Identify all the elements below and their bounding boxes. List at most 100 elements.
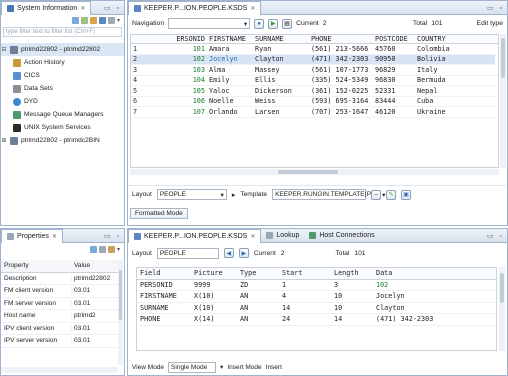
layout-field[interactable]: PEOPLE <box>156 247 219 259</box>
cell-postcode[interactable]: 52331 <box>373 86 415 96</box>
property-value[interactable]: 03.01 <box>71 287 118 295</box>
close-icon[interactable]: ✕ <box>250 5 255 12</box>
column-header[interactable]: PHONE <box>309 35 373 43</box>
cell-country[interactable]: Cuba <box>415 97 495 107</box>
column-header[interactable]: FIRSTNAME <box>207 35 253 43</box>
column-header[interactable]: Start <box>279 269 331 277</box>
cell-surname[interactable]: Ryan <box>253 44 309 54</box>
scrollbar-thumb[interactable] <box>501 38 505 78</box>
cell-firstname[interactable]: Orlando <box>207 107 253 117</box>
cell-phone[interactable]: (593) 695-3164 <box>309 97 373 107</box>
cell-surname[interactable]: Ellis <box>253 76 309 86</box>
advanced-icon[interactable] <box>98 246 106 253</box>
cell-firstname[interactable]: Emily <box>207 76 253 86</box>
close-icon[interactable]: ✕ <box>52 233 57 240</box>
cell-surname[interactable]: Weiss <box>253 97 309 107</box>
tree-item[interactable]: CICS <box>1 69 124 82</box>
tree-item[interactable]: DYD <box>1 95 124 108</box>
tree-item[interactable]: ⊞ ptrimd22802 - ptrimdc2BIN <box>1 134 124 147</box>
vertical-scrollbar[interactable] <box>500 34 506 168</box>
column-header[interactable] <box>131 35 177 43</box>
cell-phone[interactable]: (335) 524-5349 <box>309 76 373 86</box>
view-menu-icon[interactable]: ▾ <box>117 246 120 253</box>
cell-country[interactable]: Italy <box>415 65 495 75</box>
property-value[interactable]: 03.01 <box>71 337 118 345</box>
cell-surname[interactable]: Massey <box>253 65 309 75</box>
cell-surname[interactable]: Larsen <box>253 107 309 117</box>
close-icon[interactable]: ✕ <box>80 5 85 12</box>
cell-personid[interactable]: 101 <box>177 44 207 54</box>
table-row[interactable]: 3 103 Alma Massey (561) 107-1773 96829 I… <box>131 65 498 76</box>
table-row[interactable]: Description ptrimd22802 <box>1 273 118 285</box>
cell-postcode[interactable]: 96829 <box>373 65 415 75</box>
cell-firstname[interactable]: Yaloc <box>207 86 253 96</box>
cell-surname[interactable]: Clayton <box>253 54 309 64</box>
table-row[interactable]: FM server version 03.01 <box>1 298 118 310</box>
cell-phone[interactable]: (471) 342-2303 <box>309 54 373 64</box>
cell-country[interactable]: Bolivia <box>415 54 495 64</box>
cell-personid[interactable]: 106 <box>177 97 207 107</box>
categories-icon[interactable] <box>89 246 97 253</box>
cell-phone[interactable]: (707) 253-1647 <box>309 107 373 117</box>
horizontal-scrollbar[interactable] <box>1 367 118 373</box>
property-value[interactable]: ptrimd2 <box>71 312 118 320</box>
property-value[interactable]: 03.01 <box>71 324 118 332</box>
tab-record-editor[interactable]: KEEPER.P...ION.PEOPLE.KSDS ✕ <box>128 229 262 243</box>
scrollbar-thumb[interactable] <box>119 270 122 320</box>
edit-template-icon[interactable]: ✎ <box>386 189 397 200</box>
tab-properties[interactable]: Properties ✕ <box>1 229 63 243</box>
navigation-combo[interactable]: ▾ <box>168 18 251 29</box>
table-row[interactable]: 4 104 Emily Ellis (335) 524-5349 96830 B… <box>131 76 498 86</box>
column-header[interactable]: COUNTRY <box>415 35 495 43</box>
cell-postcode[interactable]: 46120 <box>373 107 415 117</box>
filter-input[interactable]: type filter text to filter list (Ctrl+F) <box>3 27 122 37</box>
view-window-controls[interactable]: ▭ ▫ <box>487 232 507 240</box>
column-header[interactable]: Type <box>237 269 279 277</box>
cell-phone[interactable]: (561) 213-5666 <box>309 44 373 54</box>
go-icon[interactable]: ▶ <box>268 18 279 29</box>
table-row[interactable]: 7 107 Orlando Larsen (707) 253-1647 4612… <box>131 107 498 118</box>
cell-firstname[interactable]: Noelle <box>207 97 253 107</box>
view-window-controls[interactable]: ▭ ▫ <box>104 4 124 12</box>
vertical-scrollbar[interactable] <box>499 267 505 351</box>
refresh-icon[interactable] <box>89 17 97 24</box>
cell-personid[interactable]: 103 <box>177 65 207 75</box>
formatted-mode-button[interactable]: Formatted Mode <box>130 208 188 219</box>
table-row[interactable]: 5 105 Yaloc Dickerson (361) 152-0225 523… <box>131 86 498 97</box>
cell-country[interactable]: Bermuda <box>415 76 495 86</box>
tab-system-information[interactable]: System Information ✕ <box>1 1 92 15</box>
chevron-down-icon[interactable]: ▾ <box>220 363 223 371</box>
tree-item[interactable]: UNIX System Services <box>1 121 124 134</box>
tree-item[interactable]: Action History <box>1 56 124 69</box>
view-window-controls[interactable]: ▭ ▫ <box>487 4 507 12</box>
template-combo[interactable]: KEEPER.RUNGIN.TEMPLATE(PEC ▾ <box>272 189 385 200</box>
cell-personid[interactable]: 107 <box>177 107 207 117</box>
tree-item[interactable]: Message Queue Managers <box>1 108 124 121</box>
table-row[interactable]: SURNAME X(10) AN 14 10 Clayton <box>137 303 496 314</box>
cell-postcode[interactable]: 96830 <box>373 76 415 86</box>
column-header[interactable]: PERSONID <box>177 35 207 43</box>
scrollbar-thumb[interactable] <box>500 273 504 303</box>
cell-postcode[interactable]: 45760 <box>373 44 415 54</box>
field-data[interactable]: (471) 342-2303 <box>373 315 463 323</box>
filter-icon[interactable] <box>107 17 115 24</box>
horizontal-scrollbar[interactable] <box>130 169 499 175</box>
forward-icon[interactable] <box>80 17 88 24</box>
cell-firstname[interactable]: Amara <box>207 44 253 54</box>
cell-country[interactable]: Colombia <box>415 44 495 54</box>
tab-lookup[interactable]: Lookup <box>261 229 304 242</box>
save-template-icon[interactable]: ▣ <box>401 189 412 200</box>
tab-editor[interactable]: KEEPER.P...ION.PEOPLE.KSDS ✕ <box>128 1 262 15</box>
cell-phone[interactable]: (361) 152-0225 <box>309 86 373 96</box>
cell-country[interactable]: Ukraine <box>415 107 495 117</box>
table-row[interactable]: IPV client version 03.01 <box>1 323 118 335</box>
cell-country[interactable]: Nepal <box>415 86 495 96</box>
back-icon[interactable] <box>71 17 79 24</box>
table-row[interactable]: PHONE X(14) AN 24 14 (471) 342-2303 <box>137 314 496 326</box>
find-icon[interactable]: ● <box>254 18 265 29</box>
column-header[interactable]: Property <box>1 262 71 269</box>
tree-item[interactable]: Data Sets <box>1 82 124 95</box>
tab-host-connections[interactable]: Host Connections <box>304 229 379 242</box>
vertical-scrollbar[interactable] <box>118 260 123 365</box>
table-row[interactable]: FM client version 03.01 <box>1 285 118 298</box>
